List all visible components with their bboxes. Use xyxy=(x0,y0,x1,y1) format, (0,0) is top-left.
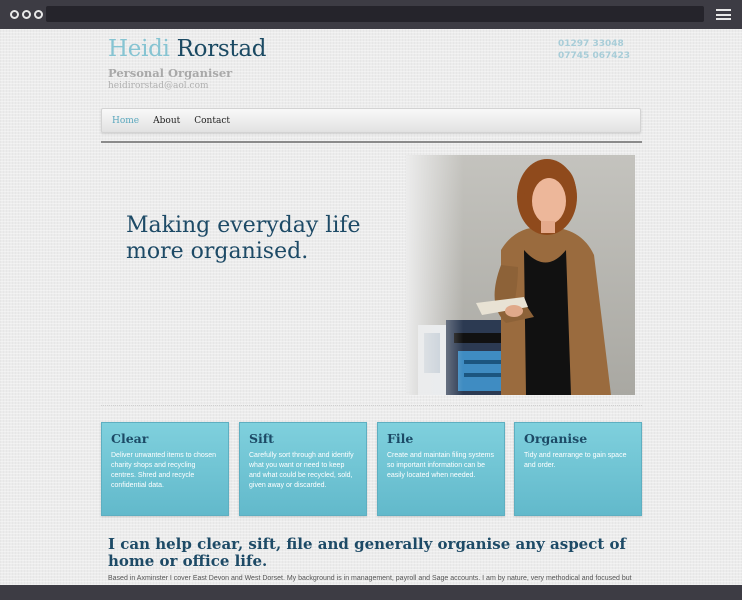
service-card-text: Deliver unwanted items to chosen charity… xyxy=(111,452,217,489)
window-dot-icon[interactable] xyxy=(10,10,19,19)
phone-number-1: 01297 33048 xyxy=(558,39,624,49)
nav-divider xyxy=(101,141,642,143)
service-card-text: Tidy and rearrange to gain space and ord… xyxy=(524,452,627,469)
service-card-clear[interactable]: Clear Deliver unwanted items to chosen c… xyxy=(101,422,229,516)
site-title-first-name: Heidi xyxy=(108,36,170,62)
nav-item-about[interactable]: About xyxy=(153,116,180,126)
service-card-text: Carefully sort through and identify what… xyxy=(249,452,354,489)
email-link[interactable]: heidirorstad@aol.com xyxy=(108,81,209,91)
service-card-organise[interactable]: Organise Tidy and rearrange to gain spac… xyxy=(514,422,642,516)
service-card-sift[interactable]: Sift Carefully sort through and identify… xyxy=(239,422,367,516)
phone-number-2: 07745 067423 xyxy=(558,51,631,61)
menu-icon[interactable] xyxy=(716,9,731,20)
service-card-title: Organise xyxy=(524,431,588,446)
page-viewport: Heidi Rorstad Personal Organiser heidiro… xyxy=(0,29,742,585)
nav-item-contact[interactable]: Contact xyxy=(194,116,230,126)
section-divider xyxy=(101,405,642,406)
service-card-text: Create and maintain filing systems so im… xyxy=(387,452,494,479)
hero-heading: Making everyday life more organised. xyxy=(126,213,361,264)
browser-chrome xyxy=(0,0,742,29)
service-card-title: Sift xyxy=(249,431,274,446)
address-bar[interactable] xyxy=(46,6,704,22)
site-title-last-name: Rorstad xyxy=(176,36,267,62)
browser-bottom-bar xyxy=(0,585,742,600)
service-card-title: Clear xyxy=(111,431,149,446)
window-dot-icon[interactable] xyxy=(22,10,31,19)
section-heading: I can help clear, sift, file and general… xyxy=(108,535,626,570)
nav-item-home[interactable]: Home xyxy=(112,116,139,126)
window-controls xyxy=(10,10,43,19)
service-card-title: File xyxy=(387,431,414,446)
site-subtitle: Personal Organiser xyxy=(108,66,233,80)
intro-paragraph: Based in Axminster I cover East Devon an… xyxy=(108,575,632,582)
phone-numbers: 01297 33048 07745 067423 xyxy=(558,38,630,62)
hero-photo xyxy=(406,155,635,395)
hero-photo-illustration xyxy=(406,155,635,395)
window-dot-icon[interactable] xyxy=(34,10,43,19)
main-nav: Home About Contact xyxy=(101,108,641,133)
service-card-file[interactable]: File Create and maintain filing systems … xyxy=(377,422,505,516)
site-title[interactable]: Heidi Rorstad xyxy=(108,36,266,62)
